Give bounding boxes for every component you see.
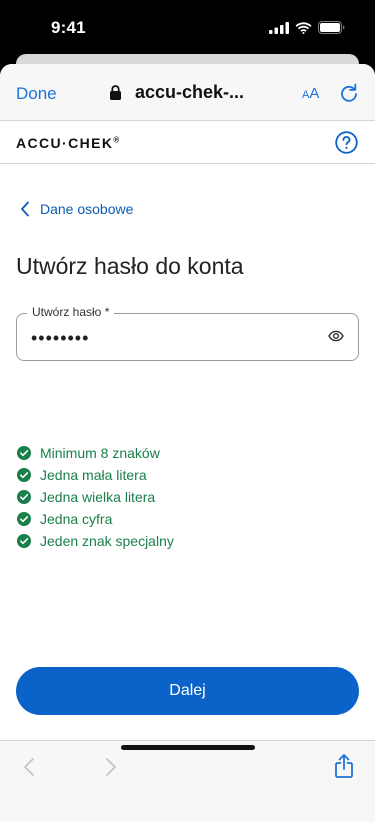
check-circle-icon (17, 446, 31, 460)
browser-top-bar: Done accu-chek-... AA (0, 64, 375, 121)
requirement-text: Jedna wielka litera (40, 489, 156, 505)
requirement-item: Jeden znak specjalny (17, 530, 174, 552)
accu-chek-logo[interactable]: ACCU·CHEK® (16, 135, 121, 151)
password-input[interactable]: •••••••• (31, 328, 89, 349)
reload-icon[interactable] (340, 83, 358, 103)
text-size-button[interactable]: AA (302, 85, 319, 102)
check-circle-icon (17, 534, 31, 548)
done-button[interactable]: Done (16, 84, 57, 104)
page-title: Utwórz hasło do konta (16, 253, 244, 279)
forward-arrow-icon[interactable] (104, 757, 118, 777)
status-time: 9:41 (51, 18, 86, 37)
web-page: ACCU·CHEK® Dane osobowe Utwórz hasło do … (0, 121, 375, 740)
requirement-item: Jedna mała litera (17, 464, 174, 486)
back-link-label: Dane osobowe (40, 201, 134, 217)
requirement-text: Jedna cyfra (40, 511, 113, 527)
show-password-icon[interactable] (328, 329, 344, 343)
text-size-large-label: A (309, 85, 320, 102)
requirement-item: Jedna cyfra (17, 508, 174, 530)
check-circle-icon (17, 490, 31, 504)
requirement-text: Jeden znak specjalny (40, 533, 174, 549)
requirement-text: Jedna mała litera (40, 467, 147, 483)
battery-icon (318, 21, 345, 34)
password-requirements: Minimum 8 znaków Jedna mała litera Jedna… (17, 442, 174, 552)
address-bar[interactable]: accu-chek-... (110, 82, 244, 103)
back-arrow-icon[interactable] (22, 757, 36, 777)
logo-text: ACCU·CHEK (16, 135, 114, 151)
browser-sheet: Done accu-chek-... AA ACCU·CHEK® Dane os… (0, 64, 375, 822)
password-field-label: Utwórz hasło * (27, 305, 115, 319)
help-icon[interactable] (335, 131, 358, 154)
next-button[interactable]: Dalej (16, 667, 359, 715)
requirement-item: Minimum 8 znaków (17, 442, 174, 464)
cellular-signal-icon (269, 21, 289, 34)
back-link[interactable]: Dane osobowe (20, 201, 133, 217)
check-circle-icon (17, 512, 31, 526)
password-field[interactable]: Utwórz hasło * •••••••• (16, 305, 359, 361)
url-text: accu-chek-... (135, 82, 245, 102)
status-bar: 9:41 (0, 0, 375, 56)
site-header: ACCU·CHEK® (0, 121, 375, 164)
check-circle-icon (17, 468, 31, 482)
requirement-item: Jedna wielka litera (17, 486, 174, 508)
requirement-text: Minimum 8 znaków (40, 445, 160, 461)
wifi-icon (295, 21, 312, 34)
logo-mark: ® (113, 135, 121, 145)
status-icons (269, 21, 345, 34)
home-indicator[interactable] (121, 745, 255, 750)
share-icon[interactable] (334, 753, 354, 779)
chevron-left-icon (21, 201, 29, 217)
lock-icon (110, 85, 121, 100)
browser-bottom-toolbar (0, 740, 375, 822)
